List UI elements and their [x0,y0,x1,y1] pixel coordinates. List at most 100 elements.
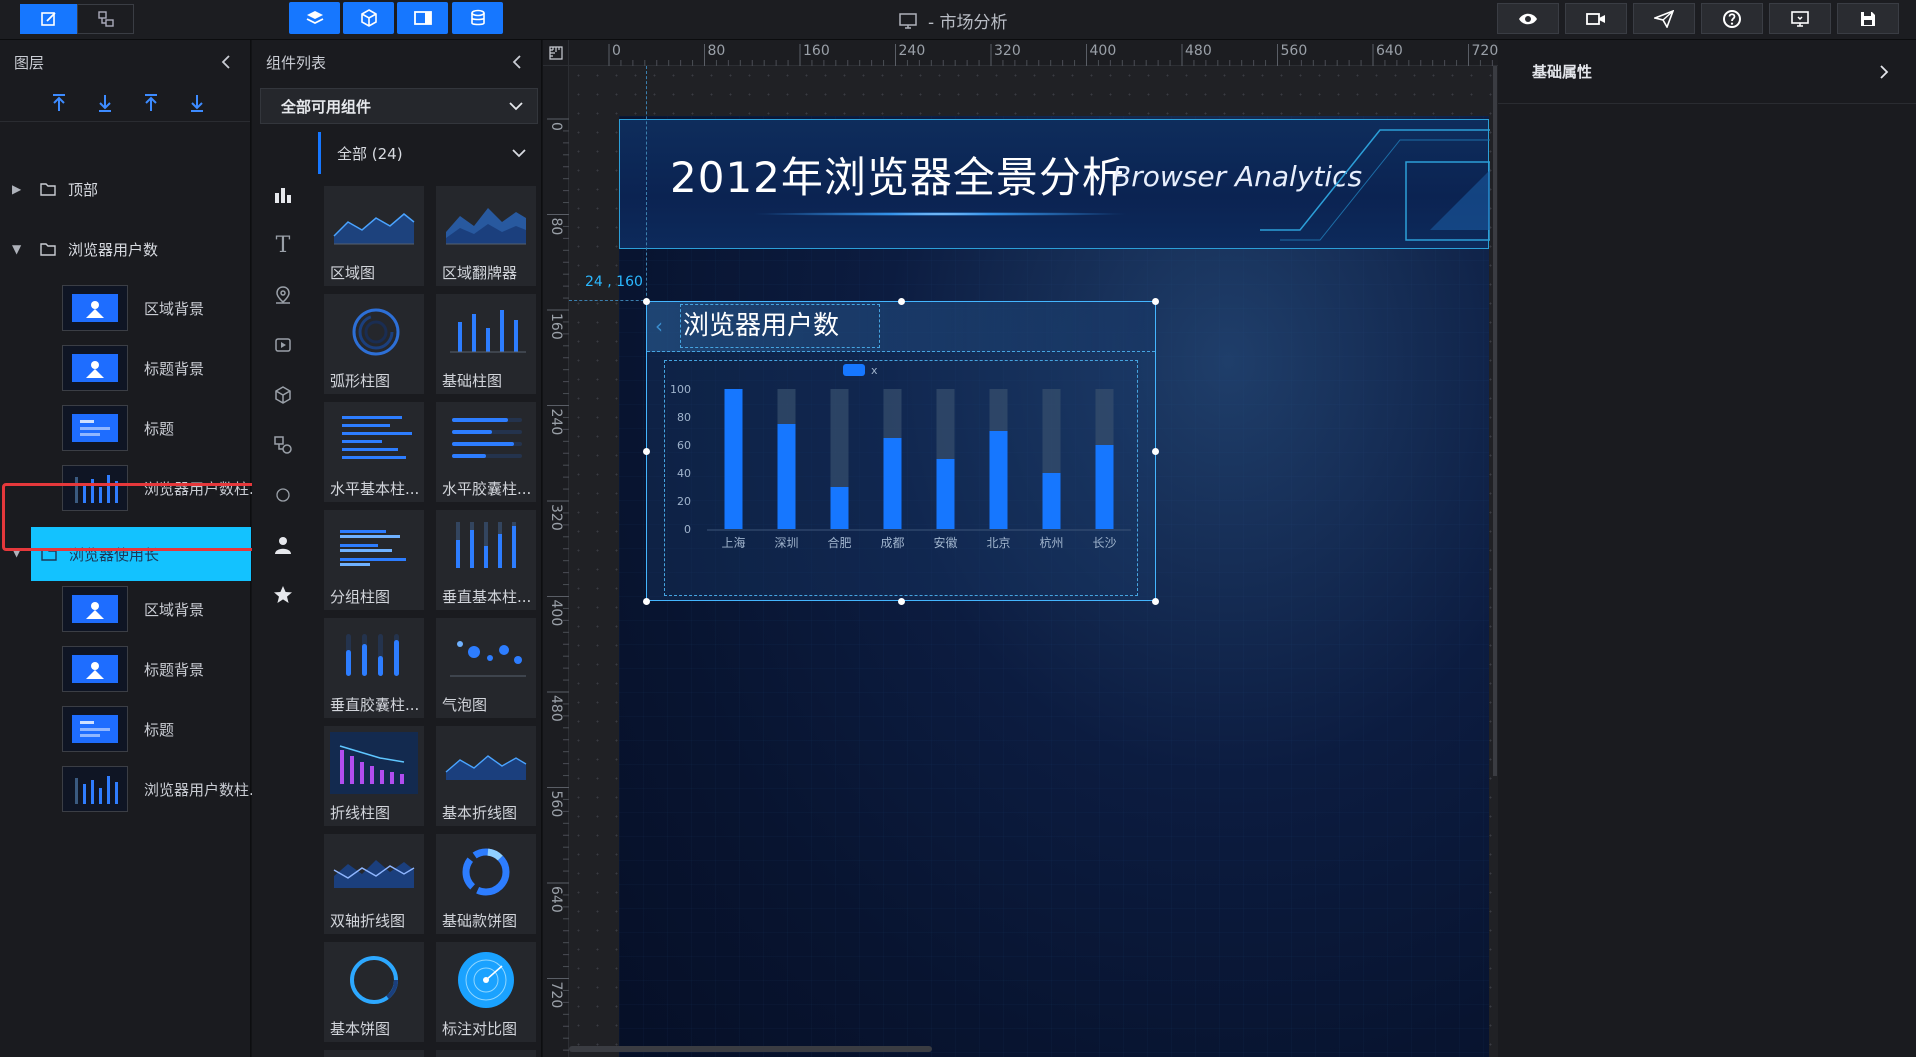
alignment-guide-vertical [646,66,647,326]
component-tile[interactable]: 垂直胶囊柱... [324,618,424,718]
component-tile[interactable]: 分组柱图 [324,510,424,610]
move-to-bottom-button[interactable] [92,90,118,116]
resize-handle-w[interactable] [643,448,650,455]
canvas-area[interactable]: 2012年浏览器全景分析 Browser Analytics 24 , 160 … [543,40,1498,1057]
preview-mode-button[interactable] [77,4,134,34]
basic-properties-section[interactable]: 基础属性 [1498,40,1916,104]
category-interaction[interactable] [268,430,298,460]
component-tile-partial[interactable] [324,1050,424,1057]
component-tile[interactable]: 双轴折线图 [324,834,424,934]
category-shape[interactable] [268,480,298,510]
preview-button[interactable] [1497,3,1559,34]
basic-line-preview [445,755,527,780]
component-tile[interactable]: 基础款饼图 [436,834,536,934]
vertical-capsule-preview [346,634,399,676]
help-button[interactable] [1701,3,1763,34]
x-tick-label: 安徽 [933,535,957,550]
component-tile[interactable]: 弧形柱图 [324,294,424,394]
components-toggle-button[interactable] [343,2,394,34]
category-select[interactable]: 全部 (24) [318,132,538,174]
category-3d[interactable] [268,380,298,410]
component-tile[interactable]: 基础柱图 [436,294,536,394]
resize-handle-se[interactable] [1152,598,1159,605]
vertical-scrollbar[interactable] [1493,66,1497,776]
ruler-left[interactable]: 080160240320400480560640720800 [543,66,569,1057]
move-up-button[interactable] [138,90,164,116]
caret-right-icon[interactable]: ▶ [12,182,21,196]
category-user[interactable] [268,530,298,560]
layer-item[interactable]: 区域背景 [62,285,252,331]
horizontal-scrollbar[interactable] [569,1046,932,1052]
category-map[interactable] [268,280,298,310]
resize-handle-sw[interactable] [643,598,650,605]
category-chart[interactable] [268,180,298,210]
category-text[interactable]: T [268,230,298,260]
category-favorites[interactable] [268,580,298,610]
layer-item-name: 标题 [144,721,175,739]
layer-item[interactable]: 标题 [62,706,252,752]
collapse-left-icon[interactable] [511,54,523,70]
widget-title[interactable]: 浏览器用户数 [680,304,880,348]
component-tile[interactable]: 气泡图 [436,618,536,718]
ruler-top-label: 0 [612,43,621,59]
resize-handle-ne[interactable] [1152,298,1159,305]
ruler-corner[interactable] [543,40,569,66]
edit-icon [40,12,56,26]
bar [1095,445,1114,529]
ruler-top[interactable]: 0 80 160 240 320 400 480 560 640 720 [569,40,1498,66]
layer-item[interactable]: 标题背景 [62,646,252,692]
layer-group-name: 顶部 [68,180,99,199]
component-tile-label: 基础柱图 [442,372,503,390]
category-sidebar: T [252,130,312,1050]
caret-down-icon[interactable]: ▼ [12,242,21,256]
publish-button[interactable] [1633,3,1695,34]
component-filter-select[interactable]: 全部可用组件 [260,88,538,124]
caret-down-icon[interactable]: ▼ [12,545,21,559]
resize-handle-nw[interactable] [643,298,650,305]
document-title: - 市场分析 [898,8,1008,33]
layer-item[interactable]: 浏览器用户数柱... [62,766,252,812]
x-tick-label: 杭州 [1039,535,1063,550]
category-media[interactable] [268,330,298,360]
layer-item[interactable]: 浏览器用户数柱... [62,465,252,511]
selected-chart-widget[interactable]: ‹ 浏览器用户数 x 100 80 60 40 20 0 上海 深圳 合肥 成都 安徽 北京 杭州 长沙 [646,301,1156,601]
x-tick-label: 成都 [880,536,904,550]
record-button[interactable] [1565,3,1627,34]
component-tile[interactable]: 基本饼图 [324,942,424,1042]
position-readout: 24 , 160 [585,274,643,290]
bar [724,389,743,529]
component-tile[interactable]: 标注对比图 [436,942,536,1042]
layer-group-browser-users[interactable]: ▼ 浏览器用户数 [0,222,251,276]
move-to-top-button[interactable] [46,90,72,116]
component-tile[interactable]: 水平基本柱... [324,402,424,502]
component-tile-label: 双轴折线图 [330,912,406,930]
component-tile[interactable]: 区域图 [324,186,424,286]
grouped-bar-preview [340,530,406,566]
image-icon [72,354,118,382]
layer-item[interactable]: 标题 [62,405,252,451]
component-tile[interactable]: 区域翻牌器 [436,186,536,286]
component-tile[interactable]: 水平胶囊柱... [436,402,536,502]
panel-toggle-button[interactable] [397,2,448,34]
component-tile[interactable]: 垂直基本柱... [436,510,536,610]
data-source-button[interactable] [452,2,503,34]
resize-handle-e[interactable] [1152,448,1159,455]
move-down-button[interactable] [184,90,210,116]
collapse-left-icon[interactable] [220,54,232,70]
resize-handle-n[interactable] [898,298,905,305]
layer-group-top[interactable]: ▶ 顶部 [0,162,251,216]
layer-item[interactable]: 标题背景 [62,345,252,391]
edit-mode-button[interactable] [20,4,77,34]
banner-component[interactable]: 2012年浏览器全景分析 Browser Analytics [619,119,1490,249]
banner-decoration [1260,129,1490,241]
layer-group-browser-duration[interactable]: 浏览器使用长 [31,527,251,581]
widget-chart-area[interactable]: x 100 80 60 40 20 0 上海 深圳 合肥 成都 安徽 北京 杭州 长沙 [664,360,1138,596]
component-tile[interactable]: 折线柱图 [324,726,424,826]
resize-handle-s[interactable] [898,598,905,605]
component-tile-partial[interactable] [436,1050,536,1057]
screen-button[interactable] [1769,3,1831,34]
save-button[interactable] [1837,3,1899,34]
layer-item[interactable]: 区域背景 [62,586,252,632]
layers-toggle-button[interactable] [289,2,340,34]
component-tile[interactable]: 基本折线图 [436,726,536,826]
